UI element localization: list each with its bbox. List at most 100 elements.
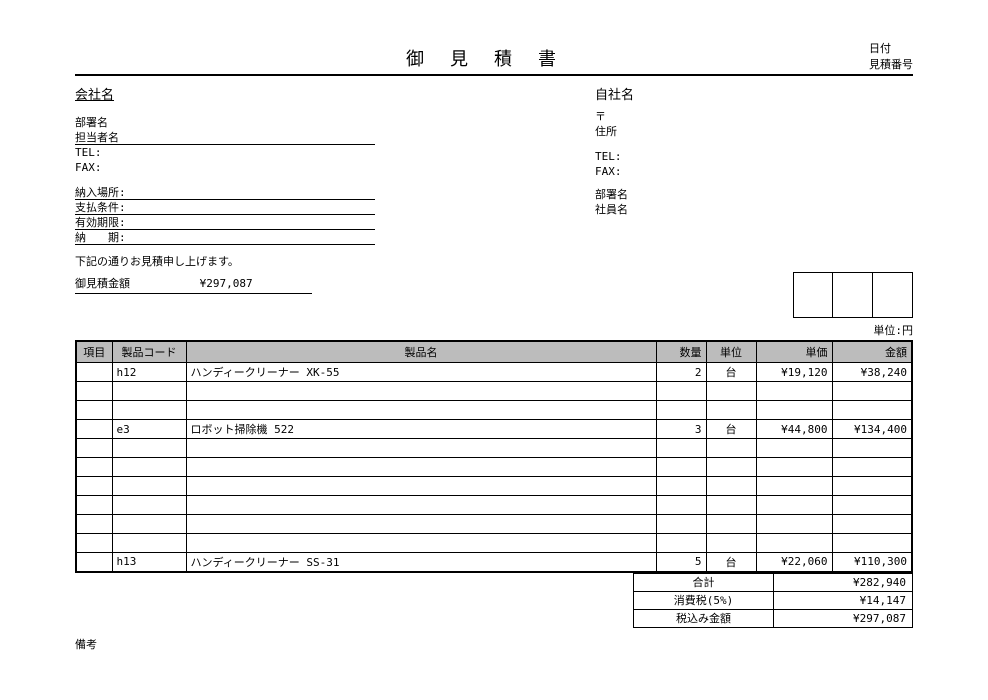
cell: ハンディークリーナー SS-31 [186, 553, 656, 572]
col-unit: 単位 [706, 341, 756, 363]
cell [706, 401, 756, 420]
doc-title: 御見積書 [406, 45, 582, 71]
cell [832, 382, 912, 401]
self-staff: 社員名 [595, 202, 913, 217]
cell: ¥19,120 [756, 363, 832, 382]
cell [706, 477, 756, 496]
cell [706, 515, 756, 534]
cell [186, 477, 656, 496]
cell [186, 458, 656, 477]
cell [706, 439, 756, 458]
cell [832, 496, 912, 515]
table-row [76, 496, 912, 515]
cell [706, 458, 756, 477]
cell [76, 420, 112, 439]
cell [76, 439, 112, 458]
cell [656, 515, 706, 534]
stamp-box [833, 272, 873, 318]
client-block: 会社名 部署名 担当者名 TEL: FAX: 納入場所: 支払条件: 有効期限:… [75, 84, 375, 245]
cell: 台 [706, 363, 756, 382]
col-price: 単価 [756, 341, 832, 363]
cell [656, 458, 706, 477]
cell: e3 [112, 420, 186, 439]
self-fax: FAX: [595, 164, 913, 179]
client-dept: 部署名 [75, 115, 375, 130]
unit-note: 単位:円 [75, 322, 913, 338]
cell [112, 401, 186, 420]
subtotal-value: ¥282,940 [774, 573, 913, 591]
cell [76, 363, 112, 382]
grand-total-amount: ¥297,087 [182, 277, 312, 290]
cell [756, 515, 832, 534]
cell [706, 496, 756, 515]
cell [112, 496, 186, 515]
cell [112, 458, 186, 477]
table-row [76, 439, 912, 458]
summary-table: 合計 ¥282,940 消費税(5%) ¥14,147 税込み金額 ¥297,0… [633, 573, 913, 628]
cell: ¥22,060 [756, 553, 832, 572]
delivery-date: 納 期: [75, 230, 375, 245]
col-name: 製品名 [186, 341, 656, 363]
cell [706, 382, 756, 401]
cell [832, 439, 912, 458]
cell [112, 477, 186, 496]
table-row: h12ハンディークリーナー XK-552台¥19,120¥38,240 [76, 363, 912, 382]
cell [76, 496, 112, 515]
table-row [76, 477, 912, 496]
cell [756, 458, 832, 477]
grand-total-line: 御見積金額 ¥297,087 [75, 275, 312, 294]
cell [76, 458, 112, 477]
remarks-label: 備考 [75, 636, 913, 652]
col-qty: 数量 [656, 341, 706, 363]
cell [76, 534, 112, 553]
cell [186, 534, 656, 553]
stamp-box [873, 272, 913, 318]
table-row [76, 458, 912, 477]
cell [656, 496, 706, 515]
cell [756, 477, 832, 496]
self-dept: 部署名 [595, 187, 913, 202]
table-row: e3ロボット掃除機 5223台¥44,800¥134,400 [76, 420, 912, 439]
cell [76, 477, 112, 496]
cell [756, 382, 832, 401]
client-company: 会社名 [75, 84, 375, 103]
table-row [76, 515, 912, 534]
tax-value: ¥14,147 [774, 591, 913, 609]
client-tel: TEL: [75, 145, 375, 160]
line-items-table: 項目 製品コード 製品名 数量 単位 単価 金額 h12ハンディークリーナー X… [75, 340, 913, 573]
cell [832, 477, 912, 496]
cell: ハンディークリーナー XK-55 [186, 363, 656, 382]
self-block: 自社名 〒 住所 TEL: FAX: 部署名 社員名 [495, 84, 913, 245]
header: 御見積書 日付 見積番号 [75, 40, 913, 76]
cell: 2 [656, 363, 706, 382]
cell [656, 382, 706, 401]
cell: ¥38,240 [832, 363, 912, 382]
cell [832, 515, 912, 534]
self-tel: TEL: [595, 149, 913, 164]
cell: h13 [112, 553, 186, 572]
cell [76, 401, 112, 420]
tax-label: 消費税(5%) [634, 591, 774, 609]
cell [656, 477, 706, 496]
self-company: 自社名 [595, 84, 913, 103]
table-row [76, 534, 912, 553]
cell [112, 382, 186, 401]
cell [186, 496, 656, 515]
cell [756, 496, 832, 515]
client-fax: FAX: [75, 160, 375, 175]
table-row [76, 382, 912, 401]
quote-no-label: 見積番号 [869, 56, 913, 72]
cell [756, 534, 832, 553]
self-postal: 〒 [595, 109, 913, 124]
cell [656, 439, 706, 458]
cell [832, 534, 912, 553]
intro-text: 下記の通りお見積申し上げます。 [75, 253, 913, 269]
date-label: 日付 [869, 40, 913, 56]
client-person: 担当者名 [75, 130, 375, 145]
col-code: 製品コード [112, 341, 186, 363]
cell [832, 401, 912, 420]
cell [76, 553, 112, 572]
cell: ¥134,400 [832, 420, 912, 439]
subtotal-label: 合計 [634, 573, 774, 591]
grand-total-label: 御見積金額 [75, 275, 175, 291]
